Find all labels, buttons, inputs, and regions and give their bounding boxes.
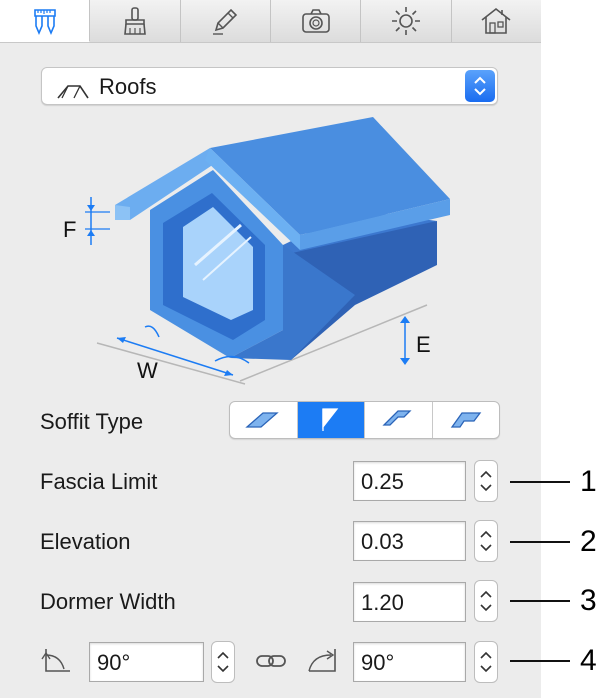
angle-right-stepper[interactable] xyxy=(474,641,498,683)
callout-4: 4 xyxy=(580,644,597,677)
tab-materials[interactable] xyxy=(90,0,181,42)
elevation-label: Elevation xyxy=(40,529,131,554)
dormer-diagram: F W E xyxy=(63,117,450,385)
soffit-option-1[interactable] xyxy=(230,402,298,438)
dormer-width-label: Dormer Width xyxy=(40,589,176,614)
label-f: F xyxy=(63,217,76,242)
link-icon[interactable] xyxy=(254,648,288,674)
dormer-width-stepper[interactable] xyxy=(474,580,498,622)
tab-dimensions[interactable] xyxy=(0,0,91,42)
angle-right-icon xyxy=(308,649,336,672)
house-icon xyxy=(481,7,511,34)
camera-icon xyxy=(301,9,330,33)
soffit-vertical-icon xyxy=(322,408,339,431)
stepper-arrows-icon xyxy=(480,590,492,612)
soffit-box-icon xyxy=(450,412,482,428)
angle-left-stepper[interactable] xyxy=(211,641,235,683)
angle-left-icon xyxy=(41,649,70,672)
callout-line-4 xyxy=(510,660,570,662)
dropdown-label: Roofs xyxy=(99,74,157,99)
tab-draw[interactable] xyxy=(180,0,271,42)
label-e: E xyxy=(416,332,431,357)
callout-line-1 xyxy=(510,481,570,483)
tab-camera[interactable] xyxy=(270,0,362,42)
sun-icon xyxy=(391,7,420,35)
fascia-limit-stepper[interactable] xyxy=(474,460,498,502)
soffit-angled-icon xyxy=(382,410,412,426)
roof-type-dropdown[interactable]: Roofs xyxy=(41,67,498,105)
soffit-option-2[interactable] xyxy=(297,402,365,438)
soffit-type-label: Soffit Type xyxy=(40,409,144,434)
fascia-limit-label: Fascia Limit xyxy=(40,469,158,494)
tab-building[interactable] xyxy=(451,0,541,42)
angle-left-field[interactable]: 90° xyxy=(89,642,204,682)
soffit-option-3[interactable] xyxy=(365,402,433,438)
angle-right-field[interactable]: 90° xyxy=(353,642,466,682)
label-w: W xyxy=(137,358,158,383)
elevation-stepper[interactable] xyxy=(474,520,498,562)
pencil-icon xyxy=(213,8,238,35)
soffit-option-4[interactable] xyxy=(433,402,500,438)
elevation-field[interactable]: 0.03 xyxy=(353,521,466,561)
settings-panel: Roofs F W E Soffit Type Fascia Limit 0.2… xyxy=(0,0,541,698)
stepper-arrows-icon xyxy=(480,530,492,552)
callout-1: 1 xyxy=(580,465,597,498)
roof-icon xyxy=(57,85,89,99)
chevron-up-down-icon xyxy=(465,70,495,102)
stepper-arrows-icon xyxy=(480,470,492,492)
tab-lighting[interactable] xyxy=(361,0,452,42)
brush-icon xyxy=(124,7,146,35)
callout-line-3 xyxy=(510,600,570,602)
callout-3: 3 xyxy=(580,584,597,617)
fascia-limit-field[interactable]: 0.25 xyxy=(353,461,466,501)
soffit-flat-icon xyxy=(245,412,279,428)
callout-line-2 xyxy=(510,541,570,543)
callout-2: 2 xyxy=(580,525,597,558)
stepper-arrows-icon xyxy=(217,651,229,673)
caliper-icon xyxy=(33,8,56,35)
tab-bar xyxy=(0,0,541,43)
dormer-width-field[interactable]: 1.20 xyxy=(353,582,466,622)
stepper-arrows-icon xyxy=(480,651,492,673)
soffit-type-selector xyxy=(229,401,500,439)
